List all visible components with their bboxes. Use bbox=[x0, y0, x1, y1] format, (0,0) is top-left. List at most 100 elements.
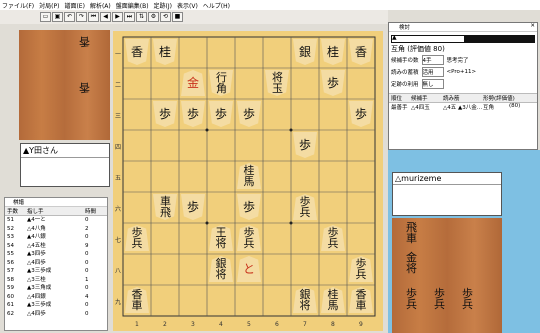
kifu-row[interactable]: 57 ▲3三歩成 0 bbox=[5, 267, 107, 276]
kifu-move-text: ▲3三歩成 bbox=[27, 302, 52, 308]
shogi-piece[interactable]: 歩 bbox=[181, 194, 205, 220]
shogi-piece[interactable]: 飛車 bbox=[153, 194, 177, 220]
shogi-piece[interactable]: 歩 bbox=[237, 101, 261, 127]
rank-label: 九 bbox=[115, 298, 122, 306]
undo-icon[interactable]: ↶ bbox=[64, 12, 75, 22]
shogi-piece[interactable]: 歩 bbox=[349, 101, 373, 127]
candidate-row[interactable]: 最善手 △4四玉 △4五 ▲3八金… 互角 (80) bbox=[389, 103, 537, 111]
kifu-header: 手数 指し手 時間 bbox=[5, 207, 107, 216]
stop-icon[interactable]: ■ bbox=[172, 12, 183, 22]
kifu-row[interactable]: 53 ▲4八銀 0 bbox=[5, 233, 107, 242]
kifu-row[interactable]: 51 ▲4一と 0 bbox=[5, 216, 107, 225]
shogi-piece[interactable]: 香 bbox=[349, 39, 373, 65]
menu-board-edit[interactable]: 盤面編集(B) bbox=[116, 1, 149, 10]
reverse-icon[interactable]: ⟲ bbox=[160, 12, 171, 22]
settings-icon[interactable]: ⚙ bbox=[148, 12, 159, 22]
rank-label: 二 bbox=[115, 81, 122, 89]
flip-board-icon[interactable]: ⇅ bbox=[136, 12, 147, 22]
menu-record[interactable]: 譜面(E) bbox=[64, 1, 84, 10]
kifu-move-time: 0 bbox=[85, 285, 89, 291]
gote-hand-piece[interactable]: 香 bbox=[79, 34, 90, 50]
joseki-select[interactable]: 無し bbox=[421, 79, 444, 89]
kifu-title: 棋譜 bbox=[5, 198, 107, 207]
shogi-piece[interactable]: 歩 bbox=[153, 101, 177, 127]
shogi-piece[interactable]: 角行 bbox=[209, 70, 233, 96]
shogi-piece[interactable]: 歩兵 bbox=[321, 225, 345, 251]
shogi-piece[interactable]: 歩 bbox=[293, 132, 317, 158]
kifu-row[interactable]: 55 ▲3四歩 0 bbox=[5, 250, 107, 259]
menu-analysis[interactable]: 解析(A) bbox=[90, 1, 111, 10]
sente-hand-pawn[interactable]: 歩兵 bbox=[462, 288, 474, 310]
kifu-move-text: ▲3三歩成 bbox=[27, 268, 52, 274]
redo-icon[interactable]: ↷ bbox=[76, 12, 87, 22]
shogi-piece[interactable]: 王将 bbox=[209, 225, 233, 251]
kifu-row[interactable]: 58 △3三桂 1 bbox=[5, 276, 107, 285]
shogi-piece[interactable]: 歩 bbox=[181, 101, 205, 127]
menu-game[interactable]: 対局(P) bbox=[39, 1, 59, 10]
shogi-piece[interactable]: 銀将 bbox=[209, 256, 233, 282]
reading-select[interactable]: 活用 bbox=[421, 67, 444, 77]
first-move-icon[interactable]: ⏮ bbox=[88, 12, 99, 22]
shogi-piece[interactable]: 歩 bbox=[209, 101, 233, 127]
kifu-move-time: 9 bbox=[85, 242, 89, 249]
shogi-piece[interactable]: 歩兵 bbox=[349, 256, 373, 282]
shogi-piece[interactable]: 桂 bbox=[153, 39, 177, 65]
candidates-select[interactable]: 4手 bbox=[421, 55, 444, 65]
rank-label: 五 bbox=[115, 174, 122, 182]
kifu-row[interactable]: 60 △4四銀 4 bbox=[5, 293, 107, 302]
menu-view[interactable]: 表示(V) bbox=[177, 1, 198, 10]
sente-hand-gold[interactable]: 金将 bbox=[406, 252, 418, 274]
shogi-piece[interactable]: 桂馬 bbox=[237, 163, 261, 189]
shogi-piece[interactable]: 歩兵 bbox=[125, 225, 149, 251]
kifu-row[interactable]: 59 ▲3三角成 0 bbox=[5, 284, 107, 293]
shogi-piece[interactable]: 桂馬 bbox=[321, 287, 345, 313]
kifu-move-time: 0 bbox=[85, 268, 89, 274]
shogi-piece[interactable]: 歩兵 bbox=[237, 225, 261, 251]
shogi-piece[interactable]: と bbox=[237, 256, 261, 282]
joseki-label: 定跡の利用 bbox=[391, 82, 419, 88]
shogi-piece[interactable]: 桂 bbox=[321, 39, 345, 65]
shogi-piece[interactable]: 歩 bbox=[321, 70, 345, 96]
shogi-piece[interactable]: 金 bbox=[181, 70, 205, 96]
save-icon[interactable]: ▣ bbox=[52, 12, 63, 22]
gote-hand-piece[interactable]: 香 bbox=[79, 80, 90, 96]
kifu-move-number: 57 bbox=[7, 268, 14, 274]
shogi-piece[interactable]: 銀将 bbox=[293, 287, 317, 313]
shogi-piece[interactable]: 香 bbox=[125, 39, 149, 65]
gote-player-name: △murizeme bbox=[393, 173, 501, 185]
kifu-row[interactable]: 61 ▲3三歩成 0 bbox=[5, 301, 107, 310]
menu-bar: ファイル(F) 対局(P) 譜面(E) 解析(A) 盤面編集(B) 定跡(J) … bbox=[0, 0, 540, 10]
gote-player-box: △murizeme bbox=[392, 172, 502, 216]
close-icon[interactable]: ✕ bbox=[530, 23, 535, 29]
kifu-move-time: 0 bbox=[85, 217, 89, 223]
kifu-row[interactable]: 62 △4四歩 0 bbox=[5, 310, 107, 319]
shogi-piece[interactable]: 香車 bbox=[349, 287, 373, 313]
shogi-piece[interactable]: 玉将 bbox=[265, 70, 289, 96]
menu-joseki[interactable]: 定跡(J) bbox=[154, 1, 172, 10]
kifu-move-number: 62 bbox=[7, 310, 14, 317]
kifu-row[interactable]: 52 △4八角 2 bbox=[5, 225, 107, 234]
next-move-icon[interactable]: ▶ bbox=[112, 12, 123, 22]
open-icon[interactable]: ▭ bbox=[40, 12, 51, 22]
kifu-move-text: △4四歩 bbox=[27, 259, 46, 266]
prev-move-icon[interactable]: ◀ bbox=[100, 12, 111, 22]
shogi-board[interactable]: 香桂銀桂香金角行玉将歩歩歩歩歩歩歩桂馬飛車歩歩歩兵歩兵王将歩兵歩兵銀将と歩兵香車… bbox=[113, 31, 383, 331]
shogi-piece[interactable]: 歩兵 bbox=[293, 194, 317, 220]
shogi-piece[interactable]: 銀 bbox=[293, 39, 317, 65]
rank-label: 三 bbox=[115, 112, 122, 120]
menu-file[interactable]: ファイル(F) bbox=[2, 1, 34, 10]
shogi-piece[interactable]: 香車 bbox=[125, 287, 149, 313]
kifu-row[interactable]: 54 △4五桂 9 bbox=[5, 242, 107, 251]
sente-hand-pawn[interactable]: 歩兵 bbox=[406, 288, 418, 310]
sente-hand-rook[interactable]: 飛車 bbox=[406, 222, 418, 244]
kifu-move-list[interactable]: 51 ▲4一と 0 52 △4八角 2 53 ▲4八銀 0 54 △4五桂 9 55 ▲3四歩 0 56 △4四… bbox=[5, 216, 107, 318]
kifu-move-time: 0 bbox=[85, 251, 89, 257]
kifu-row[interactable]: 56 △4四歩 0 bbox=[5, 259, 107, 268]
sente-hand-pawn[interactable]: 歩兵 bbox=[434, 288, 446, 310]
shogi-piece[interactable]: 歩 bbox=[237, 194, 261, 220]
file-label: 3 bbox=[191, 321, 195, 328]
kifu-move-text: ▲3四歩 bbox=[27, 251, 46, 257]
kifu-move-text: ▲3三角成 bbox=[27, 285, 52, 291]
last-move-icon[interactable]: ⏭ bbox=[124, 12, 135, 22]
menu-help[interactable]: ヘルプ(H) bbox=[203, 1, 230, 10]
